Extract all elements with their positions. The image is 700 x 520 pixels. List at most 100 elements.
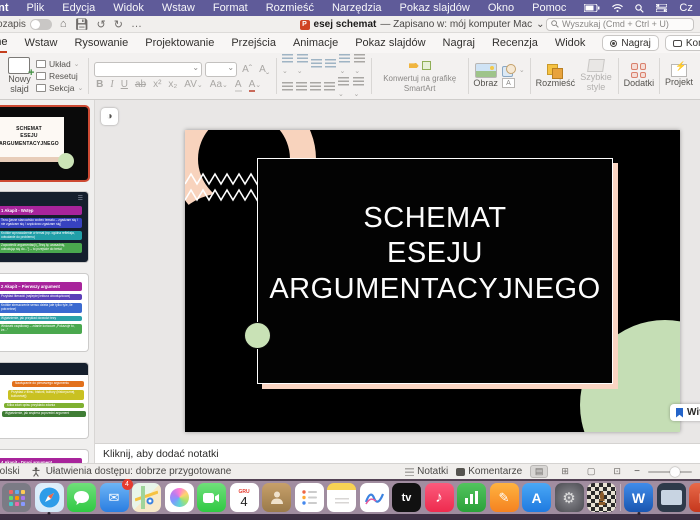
slide-thumbnail-1[interactable]: SCHEMAT ESEJU ARGUMENTACYJNEGO — [0, 107, 88, 180]
menu-edycja[interactable]: Edycja — [62, 2, 95, 14]
tab-recenzja[interactable]: Recenzja — [492, 35, 538, 52]
menu-rozmiesc[interactable]: Rozmieść — [266, 2, 314, 14]
slide-canvas[interactable]: ◑ SCHEMAT ESEJU ARGUMENTACYJNEGO Wi — [95, 100, 700, 443]
line-spacing-button[interactable]: ⌄ — [339, 54, 351, 75]
accessibility-status[interactable]: Ułatwienia dostępu: dobrze przygotowane — [46, 466, 232, 477]
notes-toggle-button[interactable]: Notatki — [405, 466, 448, 477]
dock-maps-icon[interactable] — [132, 483, 161, 512]
tab-widok[interactable]: Widok — [555, 35, 586, 52]
section-button[interactable]: Sekcja ⌄ — [35, 83, 83, 93]
align-text-button[interactable]: ⌄ — [353, 77, 366, 98]
comments-button[interactable]: Komentarze — [664, 35, 700, 51]
home-icon[interactable]: ⌂ — [60, 18, 67, 30]
superscript-button[interactable]: x² — [151, 79, 163, 90]
dock-chess-icon[interactable] — [587, 483, 616, 512]
menu-app-name[interactable]: PowerPoint — [0, 2, 9, 14]
align-right-button[interactable] — [309, 82, 321, 93]
document-title[interactable]: P esej schemat — Zapisano w: mój kompute… — [299, 19, 544, 30]
search-input[interactable]: Wyszukaj (Cmd + Ctrl + U) — [546, 17, 694, 31]
character-spacing-button[interactable]: AV⌄ — [182, 79, 204, 90]
control-center-icon[interactable] — [656, 4, 668, 12]
insert-textbox-button[interactable]: A — [501, 78, 525, 88]
slide-thumbnail-3[interactable]: 2 Akapit – Pierwszy argument Przykład li… — [0, 274, 88, 351]
save-icon[interactable]: 💾︎ — [75, 18, 89, 31]
slideshow-button[interactable]: ⊡ — [608, 465, 626, 478]
language-indicator[interactable]: Polski — [0, 466, 20, 477]
dock-messages-icon[interactable] — [67, 483, 96, 512]
menu-format[interactable]: Format — [213, 2, 248, 14]
dock-powerpoint-icon[interactable]: P — [689, 483, 700, 512]
justify-button[interactable] — [323, 82, 335, 93]
dock-facetime-icon[interactable] — [197, 483, 226, 512]
dock-calendar-icon[interactable]: GRU 4 — [229, 483, 259, 512]
change-case-button[interactable]: Aa⌄ — [208, 79, 230, 90]
font-color-button[interactable]: A⌄ — [247, 79, 264, 92]
dock-apple-tv-icon[interactable]: tv — [392, 483, 421, 512]
designer-button[interactable]: Projekt — [665, 62, 693, 88]
dock-freeform-icon[interactable] — [359, 483, 389, 512]
dock-pages-icon[interactable]: ✎ — [489, 483, 519, 512]
align-center-button[interactable] — [295, 82, 307, 93]
italic-button[interactable]: I — [108, 79, 115, 90]
menu-pokaz-slajdow[interactable]: Pokaz slajdów — [400, 2, 470, 14]
more-commands-icon[interactable]: … — [131, 18, 142, 30]
zoom-out-button[interactable]: − — [634, 466, 640, 477]
dock-safari-icon[interactable] — [34, 483, 64, 515]
menu-narzedzia[interactable]: Narzędzia — [332, 2, 382, 14]
title-chevron-icon[interactable]: ⌄ — [536, 19, 544, 30]
font-size-select[interactable] — [205, 62, 238, 77]
decrease-indent-button[interactable] — [311, 59, 323, 70]
menu-pomoc[interactable]: Pomoc — [532, 2, 566, 14]
tab-rysowanie[interactable]: Rysowanie — [74, 35, 128, 52]
insert-shape-button[interactable]: ⌄ — [501, 64, 525, 77]
current-slide[interactable]: SCHEMAT ESEJU ARGUMENTACYJNEGO — [185, 130, 680, 432]
slide-thumbnail-2[interactable]: ☰ 1 Akapit - Wstęp Teza (jasne stanowisk… — [0, 192, 88, 262]
layout-button[interactable]: Układ ⌄ — [35, 59, 83, 69]
addins-button[interactable]: Dodatki — [624, 63, 654, 89]
shrink-font-icon[interactable]: Aˬ — [257, 64, 271, 75]
tab-projektowanie[interactable]: Projektowanie — [145, 35, 214, 52]
menu-okno[interactable]: Okno — [488, 2, 514, 14]
tab-narzedzia-glowne[interactable]: Narzędzia główne — [0, 34, 8, 53]
tab-animacje[interactable]: Animacje — [293, 35, 338, 52]
tab-przejscia[interactable]: Przejścia — [231, 35, 276, 52]
dock-numbers-icon[interactable] — [457, 483, 486, 512]
grow-font-icon[interactable]: Aˆ — [240, 64, 254, 75]
columns-button[interactable]: ⌄ — [354, 54, 366, 75]
bold-button[interactable]: B — [94, 79, 105, 90]
autosave-switch-icon[interactable] — [29, 18, 52, 30]
autosave-toggle[interactable]: Autozapis — [0, 18, 52, 30]
comments-toggle-button[interactable]: Komentarze — [456, 466, 522, 477]
subscript-button[interactable]: x₂ — [166, 79, 179, 90]
dock-notes-icon[interactable] — [327, 483, 356, 512]
dock-contacts-icon[interactable] — [262, 483, 291, 512]
dock-window-preview-icon[interactable] — [656, 483, 686, 512]
slide-thumbnail-4[interactable]: Nawiązanie do pierwszego argumentu Przyk… — [0, 363, 88, 438]
insert-picture-button[interactable]: Obraz — [473, 63, 498, 89]
tab-pokaz-slajdow[interactable]: Pokaz slajdów — [355, 35, 425, 52]
battery-icon[interactable] — [584, 4, 600, 12]
record-button[interactable]: Nagraj — [602, 35, 659, 51]
dock-music-icon[interactable]: ♪ — [424, 483, 454, 512]
slide-sorter-view-button[interactable]: ⊞ — [556, 465, 574, 478]
arrange-button[interactable]: Rozmieść — [536, 63, 575, 89]
new-slide-button[interactable]: Nowy slajd — [7, 57, 34, 95]
align-left-button[interactable] — [281, 82, 293, 93]
menu-clock[interactable]: Cz — [679, 2, 692, 14]
bullets-button[interactable]: ⌄ — [281, 54, 294, 75]
dock-mail-icon[interactable]: ✉ 4 — [99, 479, 133, 512]
dock-system-settings-icon[interactable]: ⚙ — [554, 483, 584, 512]
text-direction-button[interactable]: ⌄ — [337, 77, 351, 98]
dock-photos-icon[interactable] — [164, 483, 194, 512]
welcome-panel-button[interactable]: Witaj — [670, 404, 700, 421]
dock-word-icon[interactable]: W — [624, 483, 653, 515]
reading-view-button[interactable]: ▢ — [582, 465, 600, 478]
tab-wstaw[interactable]: Wstaw — [24, 35, 57, 52]
slide-thumbnail-5[interactable]: 4 Akapit - Drugi argument — [0, 450, 88, 463]
normal-view-button[interactable]: ▤ — [530, 465, 549, 478]
zoom-slider[interactable] — [648, 466, 692, 477]
dock-launchpad-icon[interactable] — [2, 483, 31, 512]
dock-app-store-icon[interactable]: A — [522, 483, 551, 512]
zoom-slider-knob[interactable] — [670, 466, 680, 477]
convert-to-smartart-button[interactable]: Konwertuj na grafikę SmartArt — [377, 59, 463, 93]
